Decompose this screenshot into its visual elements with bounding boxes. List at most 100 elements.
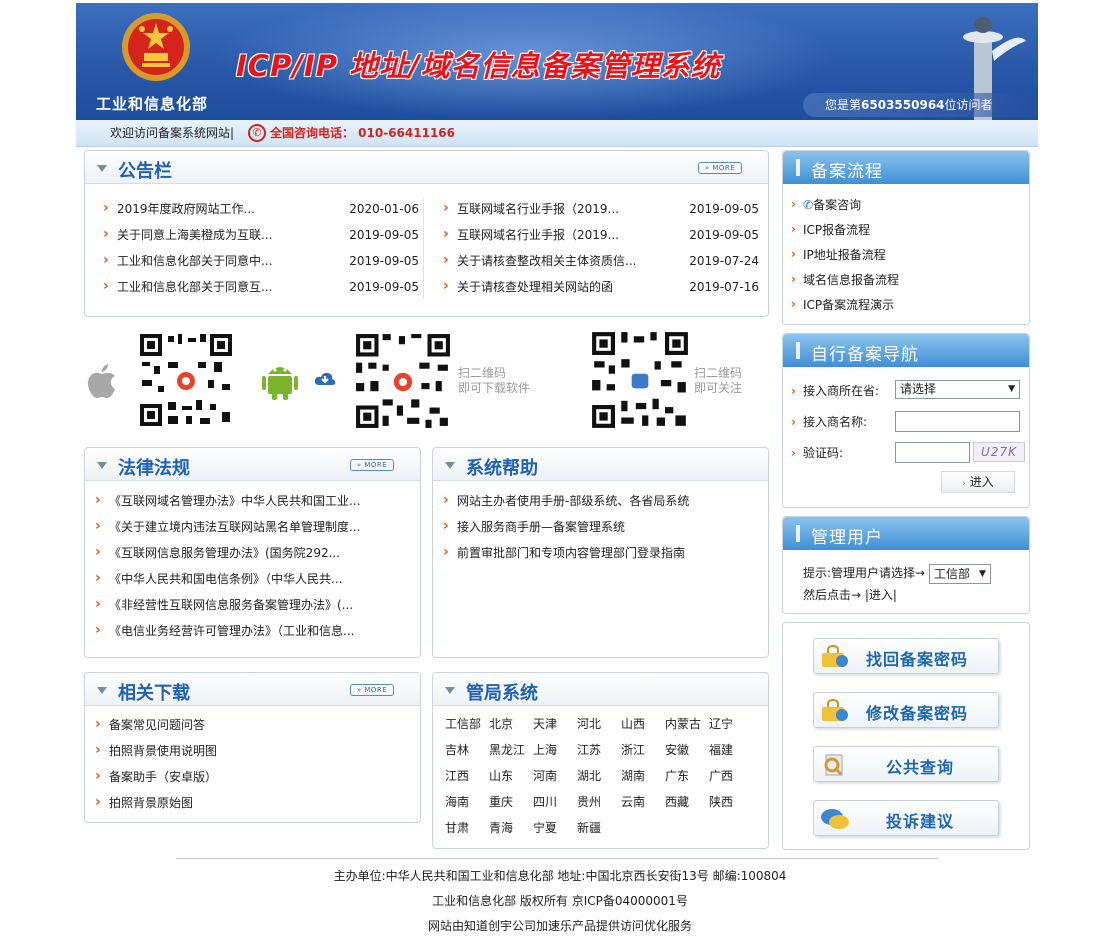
cloud-download-icon[interactable] bbox=[314, 371, 336, 387]
follow-qr-code bbox=[590, 330, 690, 430]
notice-item[interactable]: 关于同意上海美橙成为互联...2019-09-05 bbox=[99, 221, 419, 248]
change-password-button[interactable]: 修改备案密码 bbox=[813, 692, 999, 728]
bureaus-header: 管局系统 bbox=[433, 673, 768, 706]
footer-divider bbox=[176, 858, 938, 859]
bureau-link[interactable]: 新疆 bbox=[577, 815, 621, 841]
public-query-button[interactable]: 公共查询 bbox=[813, 746, 999, 782]
bureau-link[interactable]: 西藏 bbox=[665, 789, 709, 815]
notice-title: 公告栏 bbox=[118, 161, 172, 182]
bureau-link[interactable]: 云南 bbox=[621, 789, 665, 815]
footer-line-2[interactable]: 工业和信息化部 版权所有 京ICP备04000001号 bbox=[0, 889, 1120, 914]
bureau-link[interactable]: 内蒙古 bbox=[665, 711, 709, 737]
bureau-link[interactable]: 北京 bbox=[489, 711, 533, 737]
site-banner: 工业和信息化部 ICP/IP 地址/域名信息备案管理系统 您是第65035509… bbox=[76, 3, 1038, 120]
bureau-link[interactable]: 安徽 bbox=[665, 737, 709, 763]
downloads-panel: 相关下载 » MORE 备案常见问题问答 拍照背景使用说明图 备案助手（安卓版）… bbox=[84, 672, 421, 823]
laws-panel: 法律法规 » MORE 《互联网域名管理办法》中华人民共和国工业... 《关于建… bbox=[84, 447, 421, 658]
process-item[interactable]: 域名信息报备流程 bbox=[791, 267, 899, 293]
notice-board: 公告栏 » MORE 2019年度政府网站工作...2020-01-06 关于同… bbox=[84, 150, 769, 317]
notice-item[interactable]: 工业和信息化部关于同意互...2019-09-05 bbox=[99, 273, 419, 300]
footer-line-1: 主办单位:中华人民共和国工业和信息化部 地址:中国北京西长安街13号 邮编:10… bbox=[333, 869, 787, 883]
footer-line-3: 网站由知道创宇公司加速乐产品提供访问优化服务 bbox=[427, 919, 692, 933]
bureau-link[interactable]: 河南 bbox=[533, 763, 577, 789]
bureau-link[interactable]: 甘肃 bbox=[445, 815, 489, 841]
bureau-link[interactable]: 广东 bbox=[665, 763, 709, 789]
process-item[interactable]: ICP报备流程 bbox=[791, 217, 899, 243]
admin-enter-hint[interactable]: 然后点击→ |进入| bbox=[803, 585, 897, 605]
laws-more-button[interactable]: » MORE bbox=[350, 459, 394, 471]
captcha-image[interactable]: U27K bbox=[973, 442, 1025, 462]
bureau-link[interactable]: 四川 bbox=[533, 789, 577, 815]
filing-nav-title: 自行备案导航 bbox=[811, 345, 919, 365]
complaint-button[interactable]: 投诉建议 bbox=[813, 800, 999, 836]
notice-item[interactable]: 关于请核查整改相关主体资质信...2019-07-24 bbox=[439, 247, 759, 274]
bureau-link[interactable]: 福建 bbox=[709, 737, 753, 763]
bureau-link[interactable]: 江西 bbox=[445, 763, 489, 789]
law-item[interactable]: 《互联网域名管理办法》中华人民共和国工业... bbox=[91, 487, 411, 514]
bureaus-title: 管局系统 bbox=[466, 683, 538, 704]
bureau-link[interactable]: 黑龙江 bbox=[489, 737, 533, 763]
law-item[interactable]: 《互联网信息服务管理办法》(国务院292... bbox=[91, 539, 411, 566]
bureau-link[interactable]: 贵州 bbox=[577, 789, 621, 815]
bureau-link[interactable]: 广西 bbox=[709, 763, 753, 789]
help-header: 系统帮助 bbox=[433, 448, 768, 481]
bureau-link[interactable]: 吉林 bbox=[445, 737, 489, 763]
law-item[interactable]: 《非经营性互联网信息服务备案管理办法》(... bbox=[91, 591, 411, 618]
process-item[interactable]: IP地址报备流程 bbox=[791, 242, 899, 268]
recover-password-button[interactable]: 找回备案密码 bbox=[813, 638, 999, 674]
bureau-link[interactable]: 重庆 bbox=[489, 789, 533, 815]
bureau-link[interactable]: 湖北 bbox=[577, 763, 621, 789]
download-item[interactable]: 拍照背景原始图 bbox=[91, 789, 411, 816]
bureau-link[interactable]: 山东 bbox=[489, 763, 533, 789]
downloads-more-button[interactable]: » MORE bbox=[350, 684, 394, 696]
bureau-link[interactable]: 工信部 bbox=[445, 711, 489, 737]
bureau-link[interactable]: 陕西 bbox=[709, 789, 753, 815]
consult-icon: ✆ bbox=[803, 198, 814, 212]
notice-item[interactable]: 互联网域名行业手报（2019...2019-09-05 bbox=[439, 195, 759, 222]
collapse-arrow-icon bbox=[97, 687, 107, 694]
notice-more-button[interactable]: » MORE bbox=[698, 162, 742, 174]
bureau-link[interactable]: 江苏 bbox=[577, 737, 621, 763]
bureau-link[interactable]: 山西 bbox=[621, 711, 665, 737]
android-qr-code bbox=[354, 332, 452, 430]
bureau-links: 工信部 北京 天津 河北 山西 内蒙古 辽宁吉林 黑龙江 上海 江苏 浙江 安徽 福建江西 山东 河南 湖北湖… bbox=[445, 711, 755, 841]
isp-province-label: 接入商所在省: bbox=[803, 384, 880, 398]
process-item[interactable]: ICP备案流程演示 bbox=[791, 292, 899, 318]
captcha-input[interactable] bbox=[895, 442, 970, 463]
law-item[interactable]: 《中华人民共和国电信条例》（中华人民共... bbox=[91, 565, 411, 592]
isp-name-input[interactable] bbox=[895, 411, 1020, 432]
bureau-link[interactable]: 上海 bbox=[533, 737, 577, 763]
captcha-label: 验证码: bbox=[803, 446, 844, 460]
bureau-link[interactable]: 天津 bbox=[533, 711, 577, 737]
apple-icon[interactable] bbox=[86, 362, 118, 400]
law-item[interactable]: 《电信业务经营许可管理办法》（工业和信息... bbox=[91, 617, 411, 644]
help-item[interactable]: 网站主办者使用手册-部级系统、各省局系统 bbox=[439, 487, 759, 514]
law-item[interactable]: 《关于建立境内违法互联网站黑名单管理制度... bbox=[91, 513, 411, 540]
ios-qr-code bbox=[138, 332, 234, 428]
admin-title: 管理用户 bbox=[811, 528, 883, 548]
bureau-link[interactable]: 海南 bbox=[445, 789, 489, 815]
help-item[interactable]: 接入服务商手册—备案管理系统 bbox=[439, 513, 759, 540]
notice-item[interactable]: 2019年度政府网站工作...2020-01-06 bbox=[99, 195, 419, 222]
android-icon[interactable] bbox=[262, 360, 298, 400]
notice-item[interactable]: 关于请核查处理相关网站的函2019-07-16 bbox=[439, 273, 759, 300]
download-item[interactable]: 拍照背景使用说明图 bbox=[91, 737, 411, 764]
process-item[interactable]: ✆备案咨询 bbox=[791, 192, 899, 218]
admin-bureau-select[interactable]: 工信部 ▼ bbox=[928, 563, 991, 584]
isp-province-select[interactable]: 请选择 ▼ bbox=[895, 380, 1020, 399]
process-panel: 备案流程 ✆备案咨询 ICP报备流程 IP地址报备流程 域名信息报备流程 ICP… bbox=[782, 150, 1030, 325]
bureau-link[interactable]: 辽宁 bbox=[709, 711, 753, 737]
help-item[interactable]: 前置审批部门和专项内容管理部门登录指南 bbox=[439, 539, 759, 566]
bureau-link[interactable]: 宁夏 bbox=[533, 815, 577, 841]
bureau-link[interactable]: 青海 bbox=[489, 815, 533, 841]
download-item[interactable]: 备案常见问题问答 bbox=[91, 711, 411, 738]
laws-list: 《互联网域名管理办法》中华人民共和国工业... 《关于建立境内违法互联网站黑名单… bbox=[91, 487, 411, 644]
download-item[interactable]: 备案助手（安卓版） bbox=[91, 763, 411, 790]
ministry-name: 工业和信息化部 bbox=[96, 95, 209, 113]
notice-item[interactable]: 互联网域名行业手报（2019...2019-09-05 bbox=[439, 221, 759, 248]
notice-item[interactable]: 工业和信息化部关于同意中...2019-09-05 bbox=[99, 247, 419, 274]
bureau-link[interactable]: 浙江 bbox=[621, 737, 665, 763]
filing-enter-button[interactable]: › 进入 bbox=[941, 471, 1015, 493]
bureau-link[interactable]: 湖南 bbox=[621, 763, 665, 789]
bureau-link[interactable]: 河北 bbox=[577, 711, 621, 737]
